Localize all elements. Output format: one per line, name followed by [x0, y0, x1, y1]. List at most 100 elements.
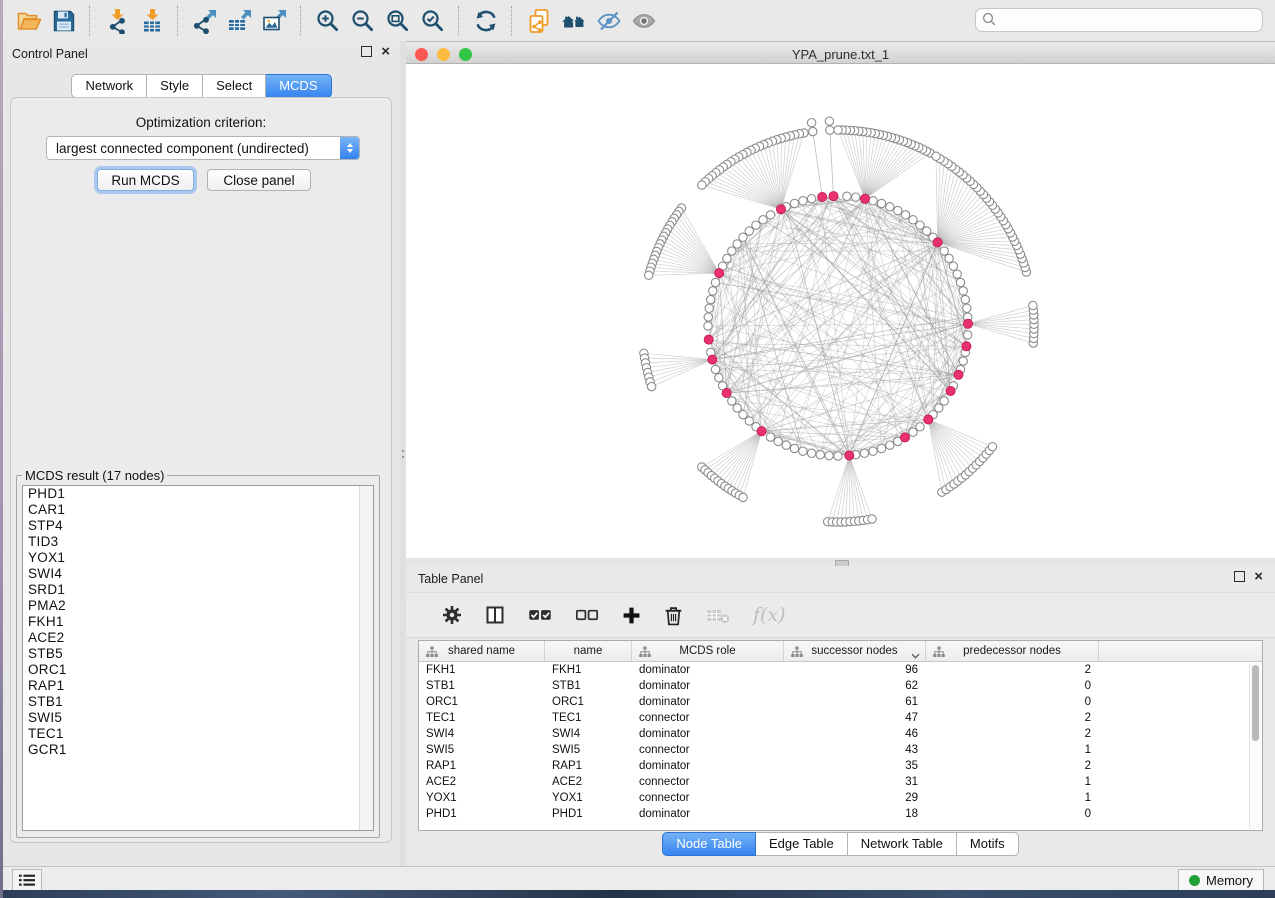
table-scrollbar-thumb[interactable] [1252, 665, 1259, 741]
delete-icon[interactable] [664, 602, 683, 628]
zoom-fit-icon[interactable] [380, 5, 415, 37]
clear-table-icon [706, 602, 730, 628]
mcds-result-item[interactable]: SWI5 [23, 710, 373, 726]
mcds-result-item[interactable]: SRD1 [23, 582, 373, 598]
control-panel-title: Control Panel [12, 47, 88, 61]
run-mcds-button[interactable]: Run MCDS [97, 169, 194, 191]
mcds-result-item[interactable]: GCR1 [23, 742, 373, 758]
save-icon[interactable] [46, 5, 81, 37]
table-row[interactable]: STB1STB1dominator620 [419, 678, 1262, 694]
tab-node-table[interactable]: Node Table [662, 832, 756, 856]
tab-select[interactable]: Select [203, 74, 266, 98]
table-row[interactable]: SWI4SWI4dominator462 [419, 726, 1262, 742]
tab-motifs[interactable]: Motifs [957, 832, 1019, 856]
search-input[interactable] [975, 8, 1263, 32]
first-neighbors-icon[interactable] [556, 5, 591, 37]
mcds-result-item[interactable]: TEC1 [23, 726, 373, 742]
toolbar-separator [177, 6, 179, 36]
float-panel-icon[interactable] [361, 46, 372, 57]
table-row[interactable]: ACE2ACE2connector311 [419, 774, 1262, 790]
mcds-result-item[interactable]: PHD1 [23, 486, 373, 502]
table-row[interactable]: PHD1PHD1dominator180 [419, 806, 1262, 822]
zoom-out-icon[interactable] [345, 5, 380, 37]
mcds-result-item[interactable]: RAP1 [23, 678, 373, 694]
tree-icon [791, 645, 803, 663]
mcds-result-item[interactable]: ORC1 [23, 662, 373, 678]
zoom-in-icon[interactable] [310, 5, 345, 37]
table-scrollbar[interactable] [1249, 662, 1261, 829]
mcds-result-item[interactable]: SWI4 [23, 566, 373, 582]
column-header-predecessor-nodes[interactable]: predecessor nodes [926, 641, 1099, 661]
mcds-result-title: MCDS result (17 nodes) [22, 468, 167, 483]
mcds-result-item[interactable]: PMA2 [23, 598, 373, 614]
mcds-result-item[interactable]: STB1 [23, 694, 373, 710]
criterion-select[interactable]: largest connected component (undirected) [46, 136, 360, 160]
hide-selected-icon[interactable] [591, 5, 626, 37]
add-icon[interactable] [622, 602, 641, 628]
tab-style[interactable]: Style [147, 74, 203, 98]
refresh-icon[interactable] [468, 5, 503, 37]
horizontal-splitter[interactable] [406, 558, 1275, 566]
tab-mcds[interactable]: MCDS [266, 74, 331, 98]
tab-network[interactable]: Network [71, 74, 147, 98]
toolbar-icon-groups [3, 5, 661, 37]
column-header-shared-name[interactable]: shared name [419, 641, 545, 661]
search-box [975, 8, 1263, 32]
columns-icon[interactable] [485, 602, 505, 628]
zoom-selected-icon[interactable] [415, 5, 450, 37]
export-network-icon[interactable] [187, 5, 222, 37]
export-image-icon[interactable] [257, 5, 292, 37]
column-header-successor-nodes[interactable]: successor nodes [784, 641, 926, 661]
function-icon: f(x) [753, 602, 786, 628]
mcds-result-item[interactable]: TID3 [23, 534, 373, 550]
status-bar: Memory [3, 866, 1275, 891]
deselect-all-icon[interactable] [575, 602, 599, 628]
control-panel: Control Panel × NetworkStyleSelectMCDS O… [3, 41, 400, 866]
toolbar-separator [300, 6, 302, 36]
clone-network-icon[interactable] [521, 5, 556, 37]
network-canvas[interactable] [406, 64, 1275, 558]
memory-button[interactable]: Memory [1178, 869, 1264, 891]
network-window-titlebar[interactable]: YPA_prune.txt_1 [406, 45, 1275, 64]
float-table-panel-icon[interactable] [1234, 571, 1245, 582]
mcds-result-item[interactable]: STB5 [23, 646, 373, 662]
sort-desc-icon [911, 647, 920, 665]
mcds-list-scrollbar[interactable] [359, 486, 373, 830]
close-panel-icon[interactable]: × [381, 47, 390, 57]
column-header-mcds-role[interactable]: MCDS role [632, 641, 784, 661]
task-history-button[interactable] [12, 869, 42, 891]
close-table-panel-icon[interactable]: × [1254, 572, 1263, 582]
table-panel-tabs: Node TableEdge TableNetwork TableMotifs [406, 832, 1275, 856]
desktop-edge-bottom [0, 890, 1275, 898]
select-all-icon[interactable] [528, 602, 552, 628]
table-row[interactable]: YOX1YOX1connector291 [419, 790, 1262, 806]
table-row[interactable]: SWI5SWI5connector431 [419, 742, 1262, 758]
mcds-result-group: MCDS result (17 nodes) PHD1CAR1STP4TID3Y… [16, 468, 380, 838]
open-icon[interactable] [11, 5, 46, 37]
toolbar-separator [89, 6, 91, 36]
mcds-result-item[interactable]: STP4 [23, 518, 373, 534]
mcds-tab-content: Optimization criterion: largest connecte… [10, 97, 392, 843]
mcds-result-item[interactable]: CAR1 [23, 502, 373, 518]
import-table-icon[interactable] [134, 5, 169, 37]
network-window-title: YPA_prune.txt_1 [406, 47, 1275, 62]
table-header-row: shared namenameMCDS rolesuccessor nodesp… [419, 641, 1262, 662]
memory-status-icon [1189, 875, 1200, 886]
table-row[interactable]: TEC1TEC1connector472 [419, 710, 1262, 726]
column-header-name[interactable]: name [545, 641, 632, 661]
table-row[interactable]: FKH1FKH1dominator962 [419, 662, 1262, 678]
tab-edge-table[interactable]: Edge Table [756, 832, 848, 856]
export-table-icon[interactable] [222, 5, 257, 37]
table-row[interactable]: RAP1RAP1dominator352 [419, 758, 1262, 774]
tab-network-table[interactable]: Network Table [848, 832, 957, 856]
close-panel-button[interactable]: Close panel [207, 169, 311, 191]
import-network-icon[interactable] [99, 5, 134, 37]
table-rows: FKH1FKH1dominator962STB1STB1dominator620… [419, 662, 1262, 822]
network-window: YPA_prune.txt_1 [406, 45, 1275, 558]
mcds-result-item[interactable]: ACE2 [23, 630, 373, 646]
show-all-icon[interactable] [626, 5, 661, 37]
mcds-result-item[interactable]: YOX1 [23, 550, 373, 566]
mcds-result-item[interactable]: FKH1 [23, 614, 373, 630]
table-row[interactable]: ORC1ORC1dominator610 [419, 694, 1262, 710]
settings-icon[interactable] [442, 602, 462, 628]
